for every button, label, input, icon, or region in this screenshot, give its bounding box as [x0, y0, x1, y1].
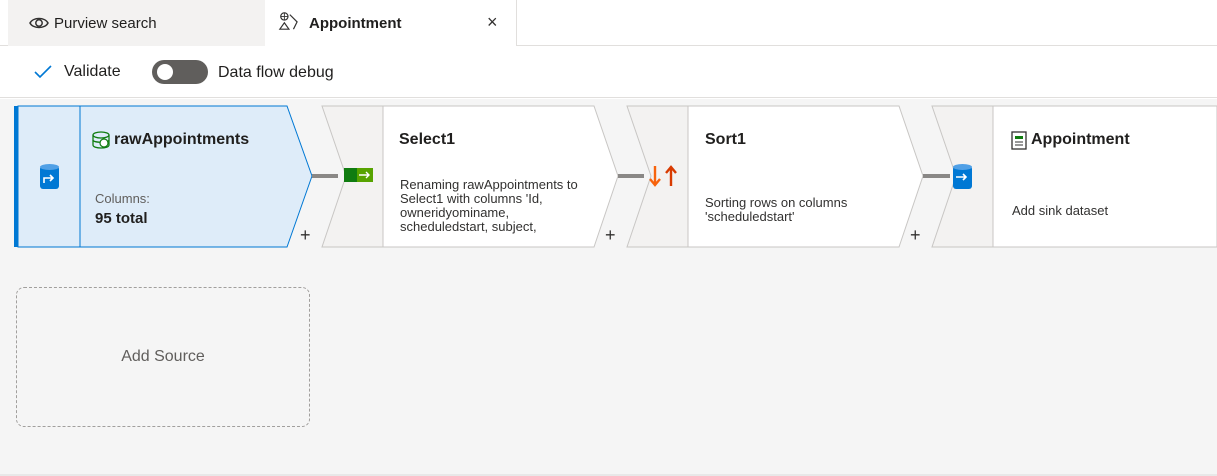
sink-node-shape[interactable]: [931, 105, 1217, 248]
add-transform-button[interactable]: +: [605, 225, 616, 246]
description-line: Select1 with columns 'Id,: [400, 191, 543, 206]
selected-node-indicator: [14, 106, 18, 247]
document-icon: [1011, 131, 1027, 150]
add-source-label: Add Source: [121, 348, 205, 365]
description-line: scheduledstart, subject,: [400, 219, 537, 234]
sort-node-description: Sorting rows on columns 'scheduledstart': [705, 196, 895, 224]
sink-node-description: Add sink dataset: [1012, 203, 1109, 218]
select-transform-icon: [344, 168, 373, 182]
select-node-title[interactable]: Select1: [399, 131, 455, 149]
source-node-shape[interactable]: [17, 105, 313, 248]
add-transform-button[interactable]: +: [300, 225, 311, 246]
select-node-description: Renaming rawAppointments to Select1 with…: [400, 178, 600, 244]
add-source-button[interactable]: Add Source: [16, 287, 310, 427]
description-line: Sorting rows on columns: [705, 195, 848, 210]
source-node-title[interactable]: rawAppointments: [114, 131, 249, 149]
columns-label: Columns:: [95, 191, 150, 206]
sink-icon: [953, 164, 972, 189]
description-line: 'scheduledstart': [705, 209, 795, 224]
description-line: owneridyominame,: [400, 205, 510, 220]
sort-node-title[interactable]: Sort1: [705, 131, 746, 149]
add-transform-button[interactable]: +: [910, 225, 921, 246]
columns-value: 95 total: [95, 210, 148, 227]
sink-node-title[interactable]: Appointment: [1031, 131, 1130, 149]
description-line: Renaming rawAppointments to: [400, 178, 578, 192]
source-icon: [40, 164, 59, 189]
